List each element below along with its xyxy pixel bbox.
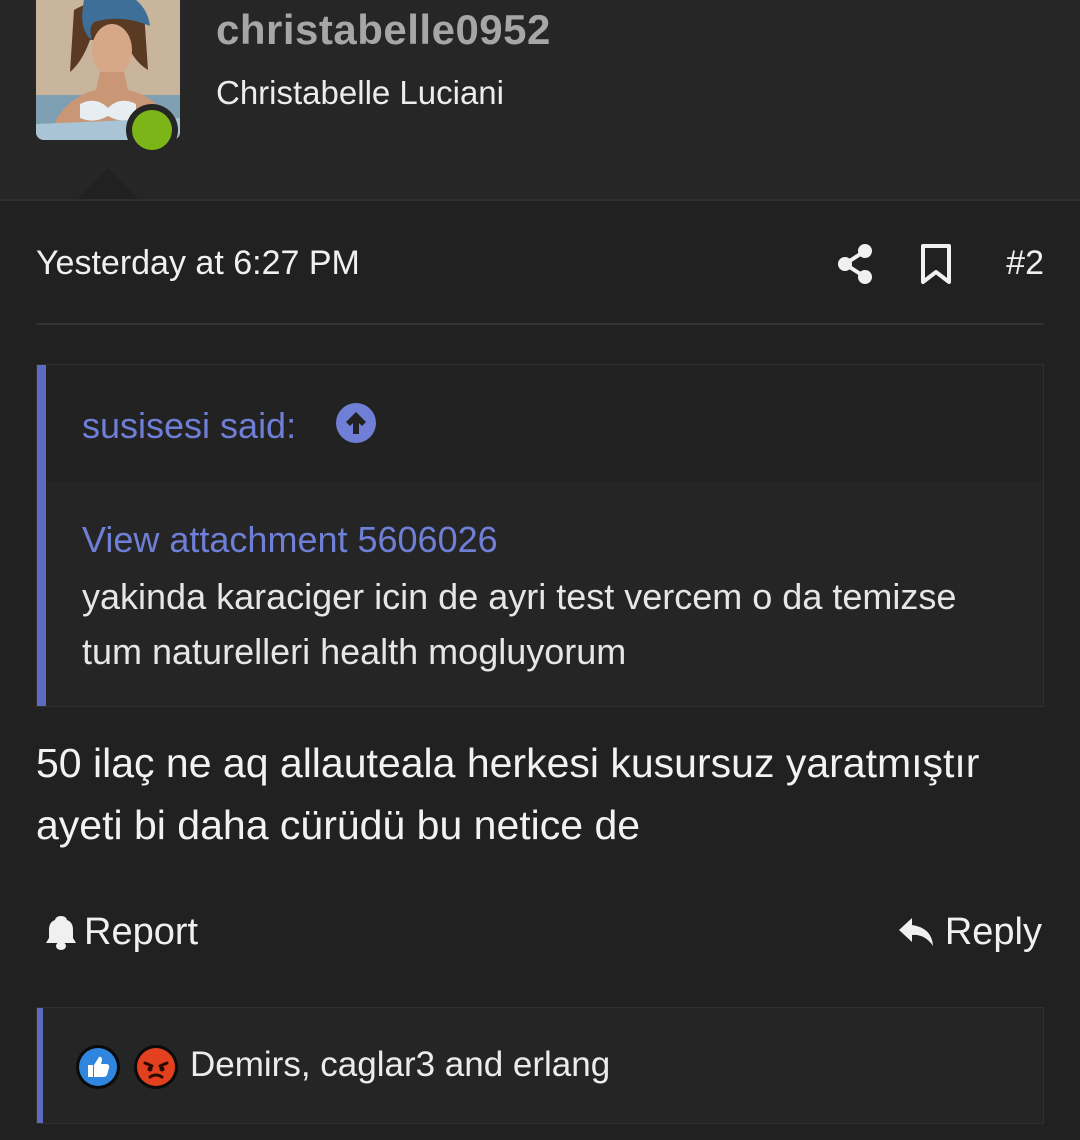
post-message: 50 ilaç ne aq allauteala herkesi kusursu… [36,740,980,848]
arrow-up-circle-icon [346,412,366,434]
jump-to-quote-button[interactable] [336,403,376,443]
quote-accent-bar [37,365,46,706]
reactions-users[interactable]: Demirs, caglar3 and erlang [190,1045,610,1085]
quote-header: susisesi said: [46,365,1043,482]
share-button[interactable] [836,242,876,286]
bookmark-button[interactable] [918,242,954,286]
quote-block: susisesi said: View attachment 5606026 y… [36,364,1044,707]
bell-icon [46,916,76,950]
quote-author-link[interactable]: susisesi said: [82,405,296,447]
report-label: Report [84,910,199,953]
reply-label: Reply [944,910,1042,953]
reactions-bar[interactable]: Demirs, caglar3 and erlang [36,1007,1044,1124]
post-number-link[interactable]: #2 [1006,244,1044,283]
share-icon [838,244,872,284]
quote-text: yakinda karaciger icin de ayri test verc… [82,576,957,672]
post-meta: Yesterday at 6:27 PM #2 [36,240,1044,290]
online-status-indicator [126,104,178,156]
forum-post-page: christabelle0952 Christabelle Luciani Ye… [0,0,1080,1140]
user-header: christabelle0952 Christabelle Luciani [0,0,1080,201]
bookmark-icon [921,244,951,284]
header-pointer [76,168,140,200]
meta-divider [36,323,1044,325]
header-divider [0,199,1080,201]
username[interactable]: christabelle0952 [216,6,551,54]
reactions-accent-bar [37,1008,43,1123]
report-button[interactable]: Report [44,908,198,956]
like-icon [75,1044,121,1090]
angry-icon [133,1044,179,1090]
reply-button[interactable]: Reply [897,908,1042,956]
post-date[interactable]: Yesterday at 6:27 PM [36,244,360,283]
attachment-link[interactable]: View attachment 5606026 [82,519,498,561]
reply-icon [898,918,933,946]
display-name: Christabelle Luciani [216,74,504,111]
